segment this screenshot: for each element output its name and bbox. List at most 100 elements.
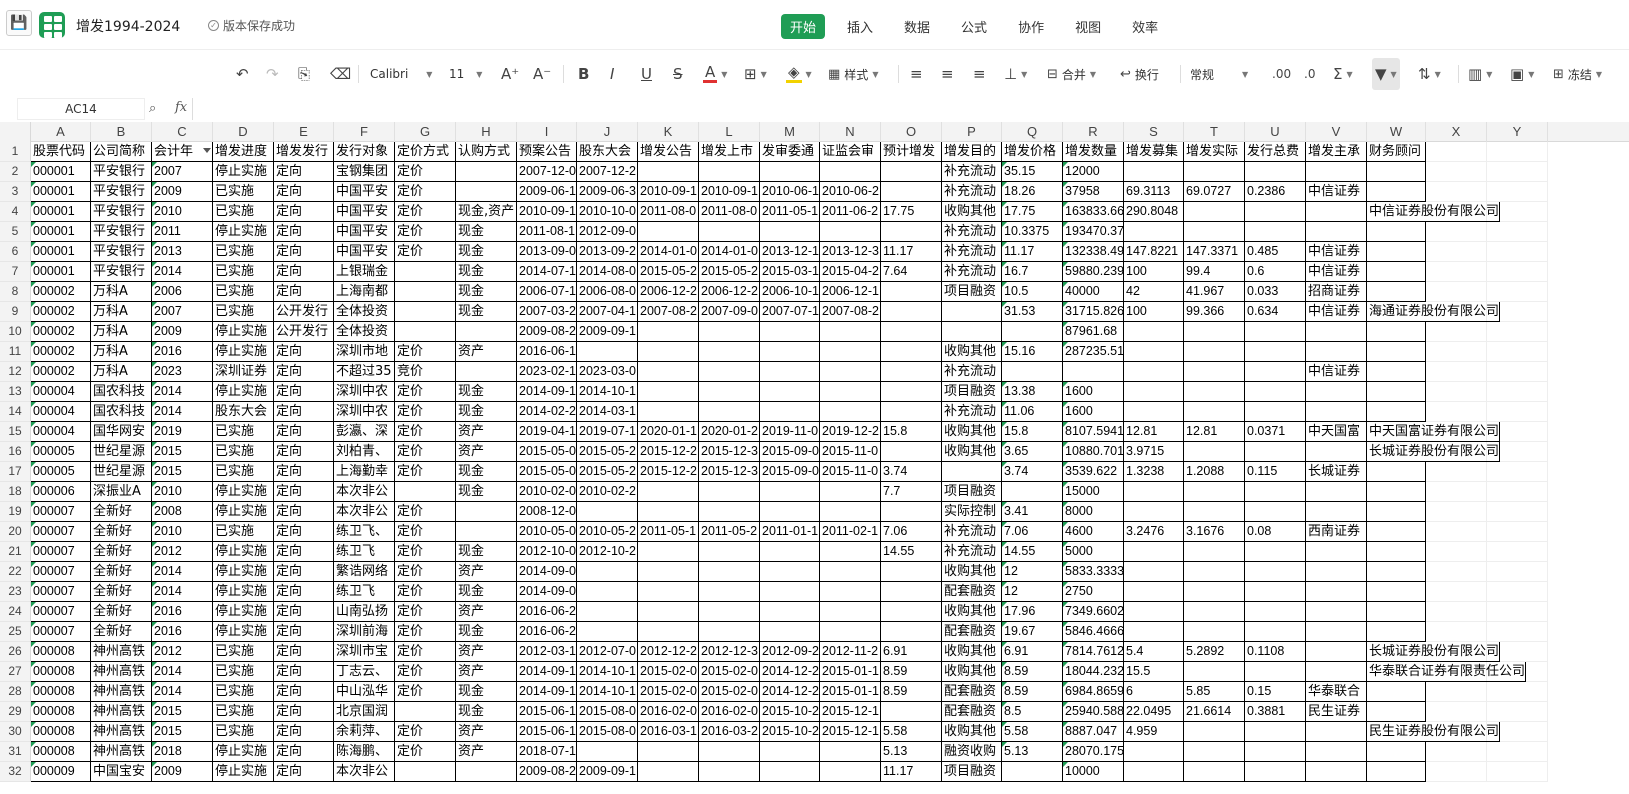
table-cell[interactable] xyxy=(1367,182,1426,202)
empty-cell[interactable] xyxy=(1426,482,1487,502)
empty-cell[interactable] xyxy=(1426,622,1487,642)
table-cell[interactable]: 配套融资 xyxy=(942,582,1002,602)
table-cell[interactable]: 000008 xyxy=(31,702,91,722)
table-cell[interactable] xyxy=(1124,622,1184,642)
table-cell[interactable] xyxy=(1245,322,1306,342)
table-cell[interactable] xyxy=(456,322,517,342)
table-cell[interactable]: 3.65 xyxy=(1002,442,1063,462)
column-header-H[interactable]: H xyxy=(456,122,517,142)
table-cell[interactable] xyxy=(1124,562,1184,582)
table-cell[interactable]: 山南弘扬 xyxy=(334,602,395,622)
table-cell[interactable]: 2014-09-1 xyxy=(517,662,577,682)
table-cell[interactable]: 2015-10-2 xyxy=(760,722,820,742)
sort-icon[interactable]: ⇅ ▼ xyxy=(1418,58,1441,90)
table-cell[interactable] xyxy=(760,542,820,562)
empty-cell[interactable] xyxy=(1426,402,1487,422)
table-cell[interactable] xyxy=(1245,722,1306,742)
table-cell[interactable] xyxy=(820,742,881,762)
table-cell[interactable] xyxy=(638,762,699,782)
table-cell[interactable]: 中国平安 xyxy=(334,182,395,202)
table-cell[interactable]: 0.1108 xyxy=(1245,642,1306,662)
table-cell[interactable]: 2015-06-1 xyxy=(517,702,577,722)
table-cell[interactable]: 2015-11-0 xyxy=(820,462,881,482)
column-header-S[interactable]: S xyxy=(1124,122,1184,142)
table-cell[interactable]: 000001 xyxy=(31,242,91,262)
row-header-30[interactable]: 30 xyxy=(0,722,31,742)
table-cell[interactable]: 停止实施 xyxy=(213,502,274,522)
table-cell[interactable] xyxy=(1124,222,1184,242)
table-cell[interactable]: 2012-11-2 xyxy=(820,642,881,662)
header-cell[interactable]: 发行总费 xyxy=(1245,142,1306,162)
table-cell[interactable]: 定向 xyxy=(274,562,334,582)
table-cell[interactable]: 5846.4666 xyxy=(1063,622,1124,642)
table-cell[interactable]: 2015-01-1 xyxy=(820,662,881,682)
column-header-G[interactable]: G xyxy=(395,122,456,142)
table-cell[interactable] xyxy=(1306,402,1367,422)
row-header-15[interactable]: 15 xyxy=(0,422,31,442)
row-header-2[interactable]: 2 xyxy=(0,162,31,182)
table-cell[interactable]: 2019-04-1 xyxy=(517,422,577,442)
table-cell[interactable]: 定价 xyxy=(395,522,456,542)
empty-cell[interactable] xyxy=(1487,482,1548,502)
table-cell[interactable]: 陈海鹏、 xyxy=(334,742,395,762)
header-cell[interactable]: 公司简称 xyxy=(91,142,152,162)
table-cell[interactable]: 全新好 xyxy=(91,522,152,542)
table-cell[interactable]: 0.3881 xyxy=(1245,702,1306,722)
table-cell[interactable]: 全新好 xyxy=(91,562,152,582)
empty-cell[interactable] xyxy=(1426,542,1487,562)
table-cell[interactable]: 现金 xyxy=(456,542,517,562)
table-cell[interactable]: 补充流动 xyxy=(942,362,1002,382)
table-cell[interactable]: 17.96 xyxy=(1002,602,1063,622)
table-cell[interactable]: 收购其他 xyxy=(942,562,1002,582)
table-cell[interactable]: 定价 xyxy=(395,602,456,622)
table-cell[interactable] xyxy=(1124,762,1184,782)
column-header-Q[interactable]: Q xyxy=(1002,122,1063,142)
table-cell[interactable]: 2006-12-1 xyxy=(820,282,881,302)
table-cell[interactable]: 中信证券 xyxy=(1306,182,1367,202)
table-cell[interactable]: 163833.66 xyxy=(1063,202,1124,222)
table-cell[interactable] xyxy=(1367,382,1426,402)
table-cell[interactable] xyxy=(1306,202,1367,222)
table-cell[interactable] xyxy=(699,622,760,642)
header-cell[interactable]: 股票代码 xyxy=(31,142,91,162)
table-cell[interactable]: 停止实施 xyxy=(213,482,274,502)
table-cell[interactable]: 000009 xyxy=(31,762,91,782)
table-cell[interactable]: 定向 xyxy=(274,502,334,522)
table-cell[interactable]: 5.85 xyxy=(1184,682,1245,702)
table-cell[interactable]: 定向 xyxy=(274,462,334,482)
table-cell[interactable]: 2010-02-0 xyxy=(517,482,577,502)
sheet-app-logo-icon[interactable] xyxy=(39,12,65,38)
column-header-D[interactable]: D xyxy=(213,122,274,142)
table-cell[interactable]: 竞价 xyxy=(395,362,456,382)
table-cell[interactable]: 2019-07-1 xyxy=(577,422,638,442)
tab-view[interactable]: 视图 xyxy=(1066,14,1110,39)
table-cell[interactable]: 中信证券 xyxy=(1306,362,1367,382)
table-cell[interactable]: 配套融资 xyxy=(942,702,1002,722)
table-cell[interactable]: 补充流动 xyxy=(942,542,1002,562)
table-cell[interactable]: 收购其他 xyxy=(942,642,1002,662)
table-cell[interactable]: 3.41 xyxy=(1002,502,1063,522)
table-cell[interactable]: 2014-09-1 xyxy=(517,682,577,702)
table-cell[interactable]: 2009-09-1 xyxy=(577,762,638,782)
table-cell[interactable]: 15.8 xyxy=(1002,422,1063,442)
table-cell[interactable]: 深圳中农 xyxy=(334,402,395,422)
table-cell[interactable] xyxy=(820,402,881,422)
table-cell[interactable]: 2015-05-0 xyxy=(517,462,577,482)
table-cell[interactable] xyxy=(760,402,820,422)
table-cell[interactable]: 资产 xyxy=(456,662,517,682)
row-header-8[interactable]: 8 xyxy=(0,282,31,302)
table-cell[interactable]: 2006-12-2 xyxy=(638,282,699,302)
table-cell[interactable]: 资产 xyxy=(456,422,517,442)
row-header-32[interactable]: 32 xyxy=(0,762,31,782)
table-cell[interactable] xyxy=(1367,702,1426,722)
table-cell[interactable] xyxy=(577,622,638,642)
table-cell[interactable]: 2014-12-2 xyxy=(760,662,820,682)
table-cell[interactable]: 定价 xyxy=(395,642,456,662)
table-cell[interactable]: 练卫飞、 xyxy=(334,522,395,542)
table-cell[interactable]: 上海南都 xyxy=(334,282,395,302)
table-cell[interactable]: 2012-09-0 xyxy=(577,222,638,242)
align-left-icon[interactable]: ≡ xyxy=(910,58,923,90)
filter-icon[interactable]: ▼ ▼ xyxy=(1372,58,1400,90)
table-cell[interactable]: 2014 xyxy=(152,262,213,282)
table-cell[interactable]: 中国平安 xyxy=(334,222,395,242)
